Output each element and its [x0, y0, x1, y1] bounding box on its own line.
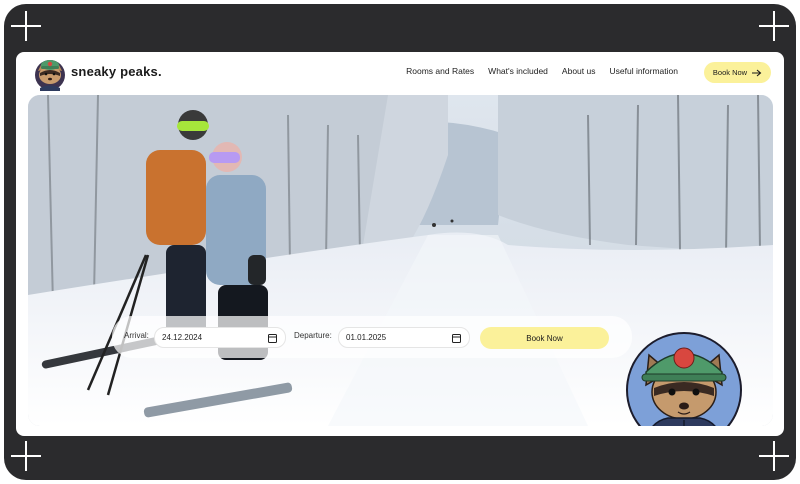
- nav-book-now-button[interactable]: Book Now: [704, 62, 771, 83]
- nav-link-whats-included[interactable]: What's included: [488, 66, 548, 76]
- raccoon-mascot-badge: [624, 330, 744, 426]
- nav-links: Rooms and Rates What's included About us…: [406, 66, 678, 76]
- departure-date-input[interactable]: 01.01.2025: [338, 327, 470, 348]
- nav-link-useful-information[interactable]: Useful information: [609, 66, 678, 76]
- departure-date-value: 01.01.2025: [346, 333, 387, 342]
- nav-book-now-label: Book Now: [712, 68, 748, 77]
- crosshair-icon: [11, 441, 41, 471]
- arrival-label: Arrival:: [124, 331, 149, 340]
- raccoon-logo-icon[interactable]: [32, 55, 68, 91]
- calendar-icon: [452, 334, 461, 343]
- arrival-date-value: 24.12.2024: [162, 333, 203, 342]
- crosshair-icon: [759, 11, 789, 41]
- hero-image: [28, 95, 773, 426]
- raccoon-mascot-icon: [626, 332, 742, 426]
- booking-bar: Arrival: 24.12.2024 Departure: 01.01.202…: [112, 316, 632, 358]
- crosshair-icon: [759, 441, 789, 471]
- brand-name[interactable]: sneaky peaks.: [71, 64, 162, 79]
- calendar-icon: [268, 334, 277, 343]
- web-page: sneaky peaks. Rooms and Rates What's inc…: [16, 52, 784, 436]
- top-nav: sneaky peaks. Rooms and Rates What's inc…: [16, 52, 784, 94]
- departure-label: Departure:: [294, 331, 332, 340]
- nav-link-about-us[interactable]: About us: [562, 66, 596, 76]
- arrow-right-icon: [752, 69, 762, 76]
- nav-link-rooms-and-rates[interactable]: Rooms and Rates: [406, 66, 474, 76]
- arrival-date-input[interactable]: 24.12.2024: [154, 327, 286, 348]
- crosshair-icon: [11, 11, 41, 41]
- book-now-button[interactable]: Book Now: [480, 327, 609, 349]
